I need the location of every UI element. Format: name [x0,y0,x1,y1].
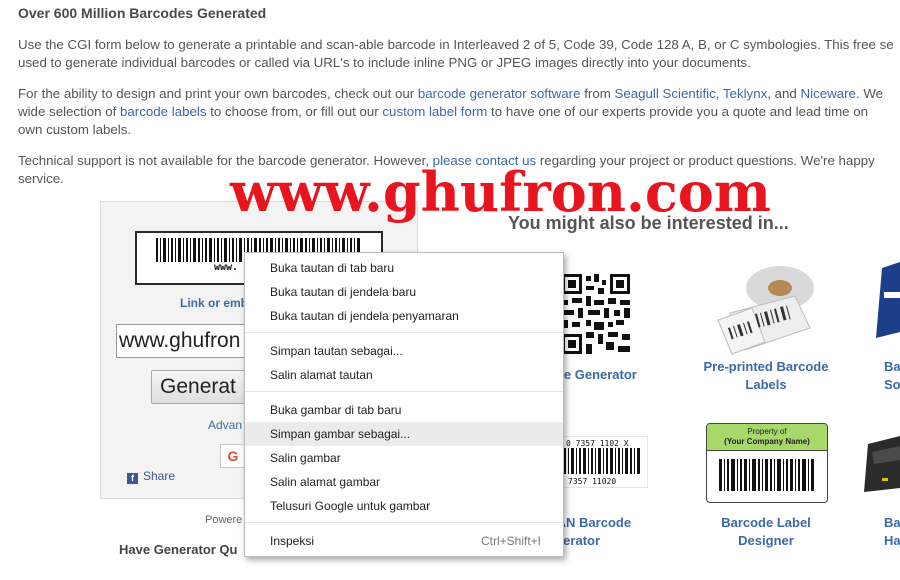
text: to choose from, or fill out our [206,104,383,119]
menu-open-link-new-tab[interactable]: Buka tautan di tab baru [245,256,563,280]
designer-barcode-bars [719,459,814,491]
link-or-embed-label: Link or emb [180,296,249,310]
intro-line-1: Use the CGI form below to generate a pri… [18,37,894,52]
custom-label-form-link[interactable]: custom label form [382,104,487,119]
niceware-link[interactable]: Niceware [801,86,856,101]
text: to have one of our experts provide you a… [487,104,869,119]
printer-image[interactable] [862,430,900,498]
menu-save-image-as[interactable]: Simpan gambar sebagai... [245,422,563,446]
watermark-text: www.ghufron.com [230,160,771,224]
google-plus-button[interactable]: G [220,444,246,468]
card-label-line: EAN Barcode [548,515,632,530]
ean-barcode-image[interactable]: 0 7357 1102 X 7357 11020 [560,436,648,488]
menu-copy-image[interactable]: Salin gambar [245,446,563,470]
design-line-3: own custom labels. [18,122,132,137]
menu-separator [245,332,563,333]
property-header: Property of (Your Company Name) [707,424,827,451]
powered-by-text: Powere [205,514,243,526]
menu-copy-link-address[interactable]: Salin alamat tautan [245,363,563,387]
card-label-line: Ba [884,359,900,374]
card-ean-label[interactable]: EAN Barcode enerator [548,514,658,550]
card-preprinted-label[interactable]: Pre-printed Barcode Labels [696,358,836,394]
text: For the ability to design and print your… [18,86,418,101]
advanced-options-link[interactable]: Advan [208,418,242,432]
seagull-link[interactable]: Seagull Scientific [614,86,715,101]
text: , [715,86,723,101]
share-label: Share [143,469,176,483]
qr-code-image[interactable] [560,272,632,356]
text: from [580,86,615,101]
menu-save-link-as[interactable]: Simpan tautan sebagai... [245,339,563,363]
barcode-human-readable: www. [214,262,239,273]
design-paragraph: For the ability to design and print your… [18,85,900,139]
menu-separator [245,522,563,523]
property-line-1: Property of [747,427,787,436]
intro-line-2: used to generate individual barcodes or … [18,55,751,70]
card-label-line: Ha [884,533,900,548]
menu-separator [245,391,563,392]
barcode-software-link[interactable]: barcode generator software [418,86,581,101]
context-menu: Buka tautan di tab baru Buka tautan di j… [244,252,564,557]
menu-inspect-label: Inspeksi [270,534,315,548]
menu-open-link-incognito[interactable]: Buka tautan di jendela penyamaran [245,304,563,328]
card-label-line: enerator [548,533,601,548]
menu-search-google-image[interactable]: Telusuri Google untuk gambar [245,494,563,518]
card-label-line: Pre-printed Barcode [703,359,829,374]
text: , and [767,86,801,101]
design-line-2: wide selection of barcode labels to choo… [18,103,900,121]
card-label-line: Labels [745,377,787,392]
menu-copy-image-address[interactable]: Salin alamat gambar [245,470,563,494]
label-designer-image[interactable]: Property of (Your Company Name) [706,423,828,503]
card-label-line: ode Generator [548,367,637,382]
card-designer-label[interactable]: Barcode Label Designer [696,514,836,550]
facebook-icon: f [127,473,138,484]
label-roll-image[interactable] [710,258,822,356]
design-line-1: For the ability to design and print your… [18,85,900,103]
card-printer-label[interactable]: Ba Ha [884,514,900,550]
ean-bottom-digits: 7357 11020 [568,477,616,486]
teklynx-link[interactable]: Teklynx [723,86,767,101]
ean-top-digits: 0 7357 1102 X [566,439,629,448]
card-qr-label[interactable]: ode Generator [548,366,658,384]
intro-paragraph: Use the CGI form below to generate a pri… [18,36,900,72]
software-box-image[interactable] [872,262,900,342]
menu-open-image-new-tab[interactable]: Buka gambar di tab baru [245,398,563,422]
card-label-line: Designer [738,533,794,548]
have-generator-questions: Have Generator Qu [119,542,238,557]
menu-open-link-new-window[interactable]: Buka tautan di jendela baru [245,280,563,304]
card-label-line: So [884,377,900,392]
barcode-labels-link[interactable]: barcode labels [120,104,207,119]
text: . We [855,86,884,101]
menu-inspect[interactable]: Inspeksi Ctrl+Shift+I [245,529,563,553]
property-line-2: (Your Company Name) [724,437,810,446]
card-label-line: Ba [884,515,900,530]
text: wide selection of [18,104,120,119]
card-label-line: Barcode Label [721,515,811,530]
card-software-label[interactable]: Ba So [884,358,900,394]
page-heading: Over 600 Million Barcodes Generated [18,5,267,21]
facebook-share-button[interactable]: f Share [127,469,175,484]
barcode-text-input[interactable]: www.ghufron [116,324,260,358]
menu-inspect-shortcut: Ctrl+Shift+I [480,534,541,548]
